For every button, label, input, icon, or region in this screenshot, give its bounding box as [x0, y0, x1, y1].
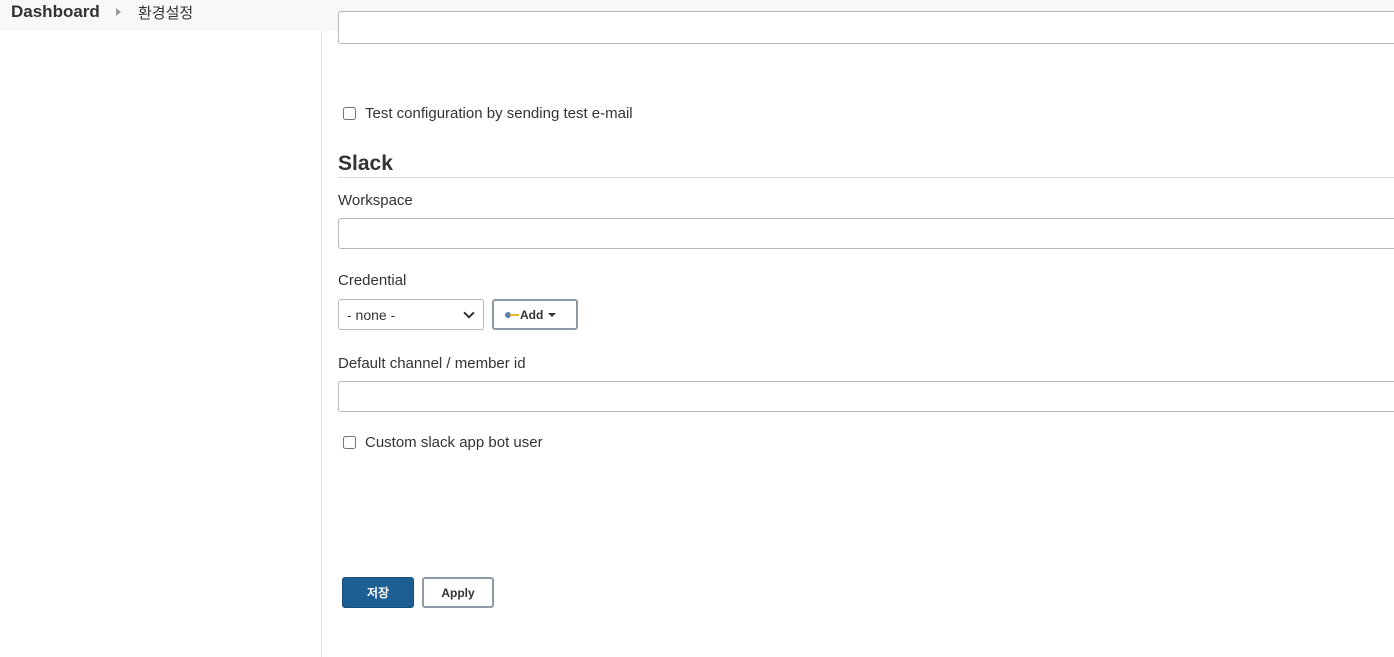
config-form: Test configuration by sending test e-mai… [338, 11, 1394, 657]
custom-bot-checkbox-row[interactable]: Custom slack app bot user [343, 434, 543, 451]
test-email-checkbox-row[interactable]: Test configuration by sending test e-mai… [343, 105, 633, 122]
test-email-checkbox[interactable] [343, 107, 356, 120]
key-icon [505, 311, 519, 319]
credential-select-value: - none - [347, 306, 396, 323]
credential-select[interactable]: - none - [338, 299, 484, 330]
breadcrumb-current-page: 환경설정 [138, 4, 194, 22]
section-divider [338, 177, 1394, 178]
caret-down-icon [548, 312, 557, 317]
workspace-label: Workspace [338, 192, 413, 209]
credential-label: Credential [338, 272, 407, 289]
slack-section-title: Slack [338, 152, 393, 175]
custom-bot-checkbox-label: Custom slack app bot user [365, 434, 543, 451]
workspace-input[interactable] [338, 218, 1394, 249]
side-panel [0, 31, 322, 657]
apply-button[interactable]: Apply [422, 577, 494, 608]
add-credential-button-label: Add [520, 307, 544, 322]
custom-bot-checkbox[interactable] [343, 436, 356, 449]
test-email-checkbox-label: Test configuration by sending test e-mai… [365, 105, 633, 122]
channel-label: Default channel / member id [338, 355, 526, 372]
breadcrumb-dashboard-link[interactable]: Dashboard [11, 2, 100, 22]
previous-section-field[interactable] [338, 11, 1394, 44]
save-button[interactable]: 저장 [342, 577, 414, 608]
chevron-down-icon [463, 306, 475, 319]
channel-input[interactable] [338, 381, 1394, 412]
chevron-right-icon[interactable] [116, 8, 121, 16]
add-credential-button[interactable]: Add [492, 299, 578, 330]
